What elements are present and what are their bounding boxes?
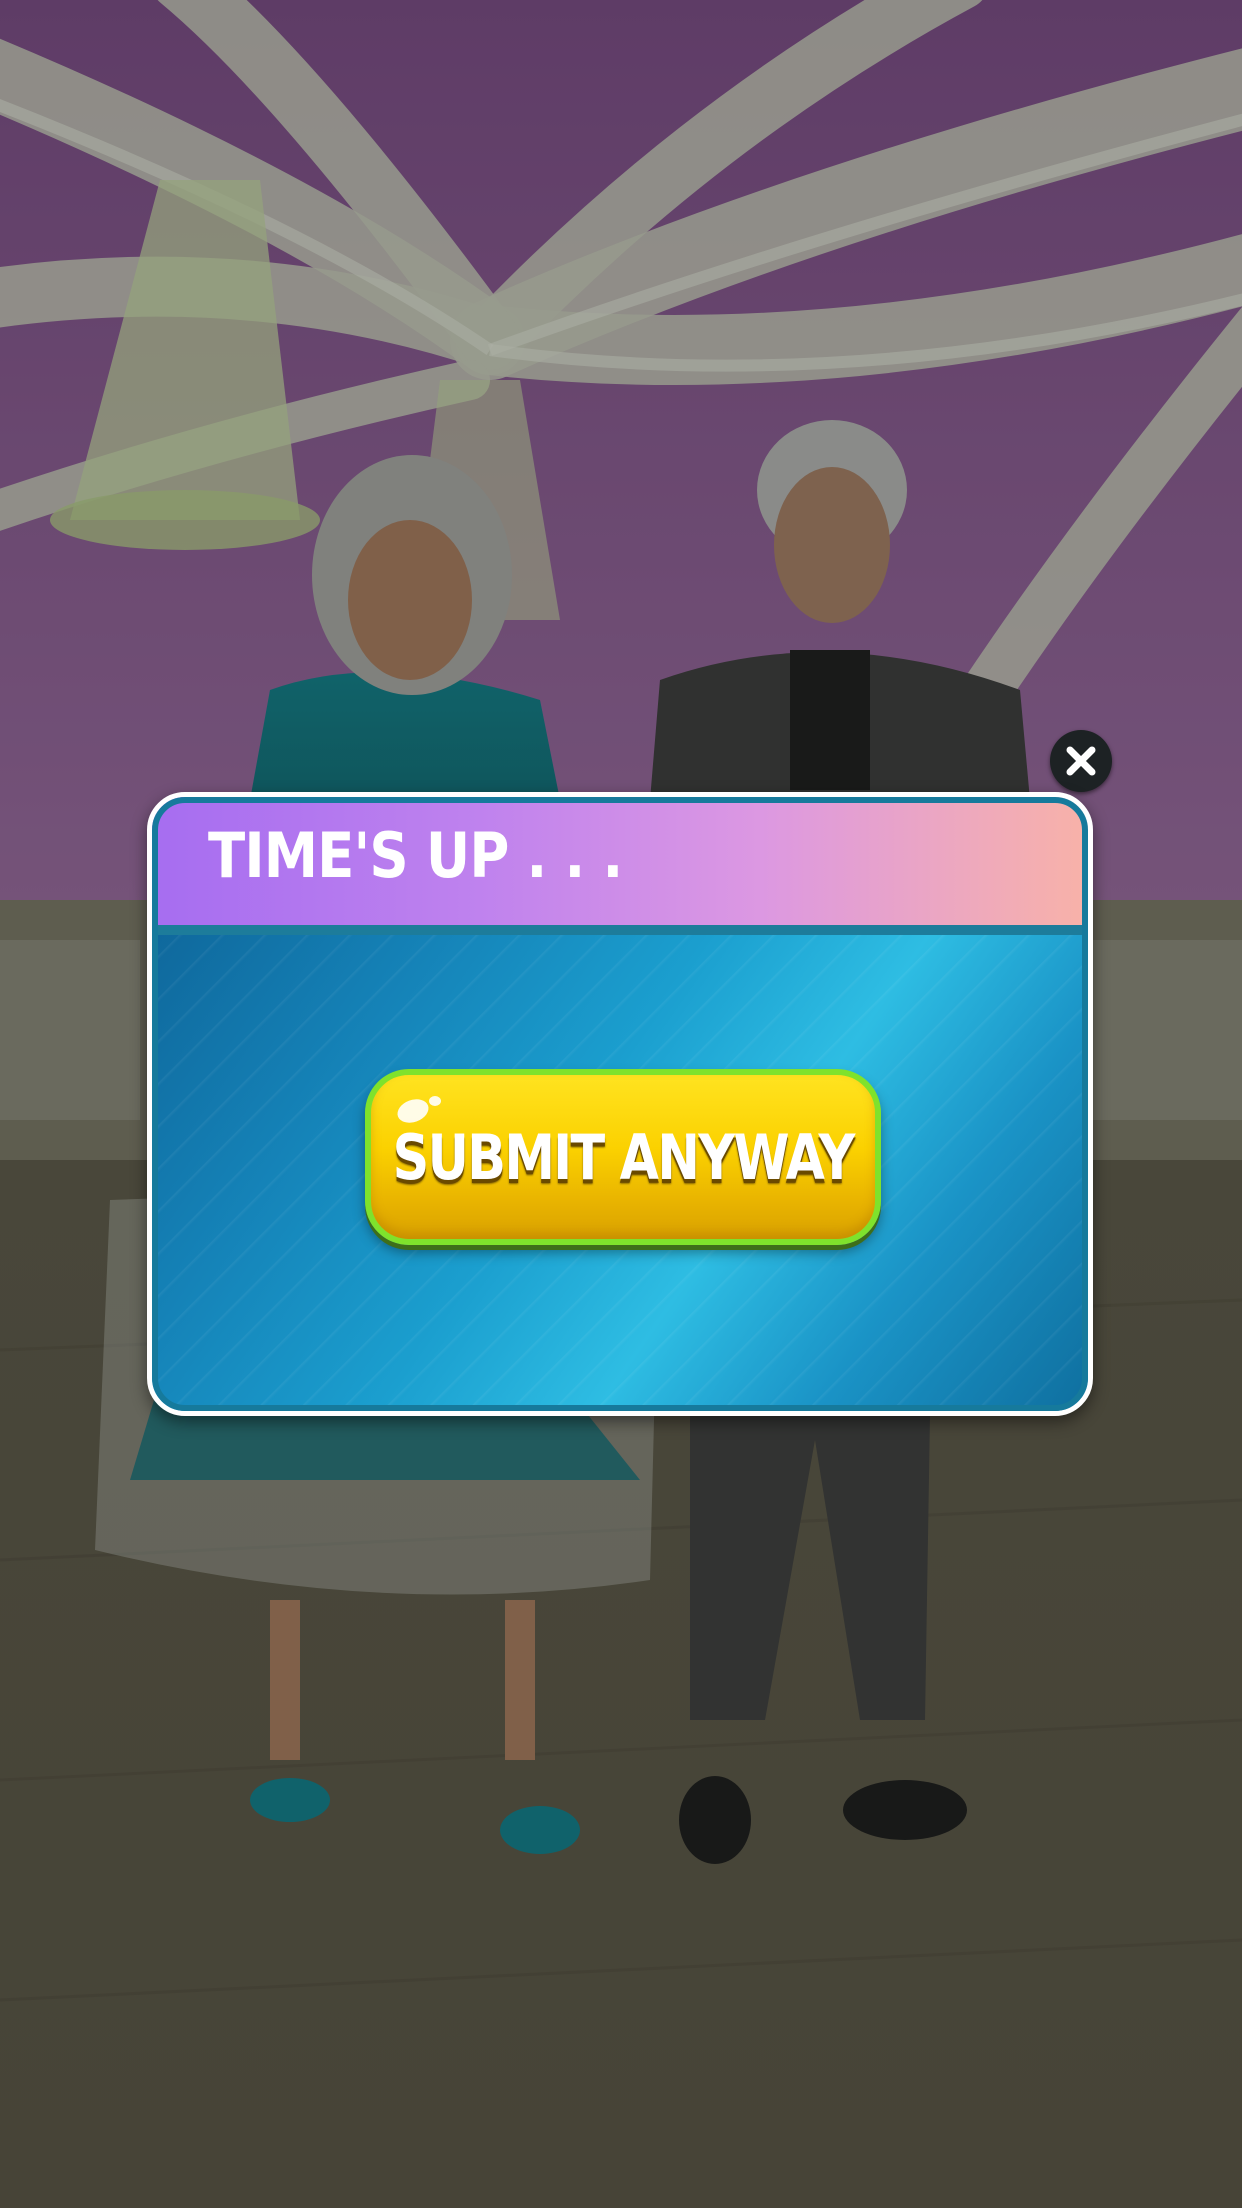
times-up-dialog: TIME'S UP . . . SUBMIT ANYWAY <box>147 792 1093 1416</box>
close-icon <box>1066 746 1096 776</box>
submit-anyway-label: SUBMIT ANYWAY <box>392 1120 855 1194</box>
close-button[interactable] <box>1050 730 1112 792</box>
submit-anyway-button[interactable]: SUBMIT ANYWAY <box>365 1069 881 1245</box>
game-screen: TIME'S UP . . . SUBMIT ANYWAY <box>0 0 1242 2208</box>
